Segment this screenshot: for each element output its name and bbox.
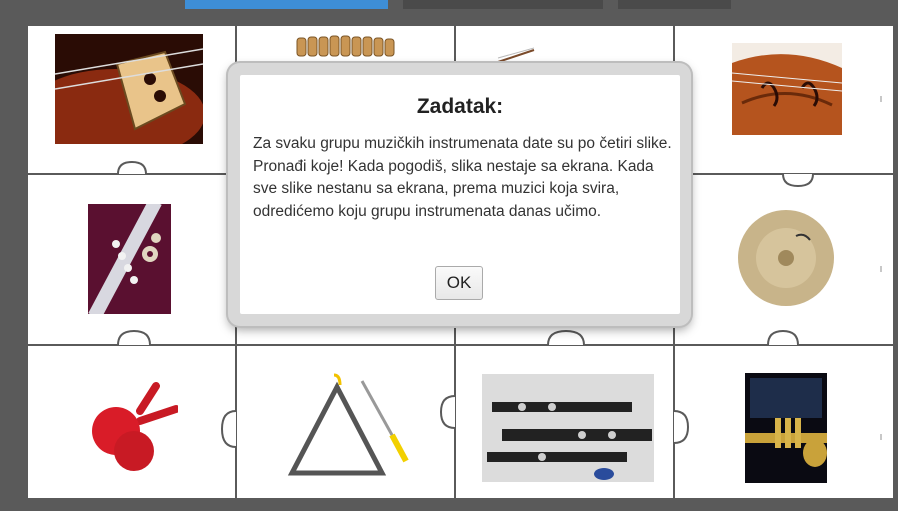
piece-edge-mark — [880, 266, 882, 272]
task-dialog: Zadatak: Za svaku grupu muzičkih instrum… — [240, 75, 680, 314]
piece-edge-mark — [880, 434, 882, 440]
trumpet-photo-icon[interactable] — [745, 373, 827, 483]
ok-button[interactable]: OK — [435, 266, 483, 300]
tab-second[interactable] — [403, 0, 603, 9]
violin-photo-icon[interactable] — [732, 43, 842, 135]
cymbal-photo-icon[interactable] — [736, 208, 836, 308]
tab-third[interactable] — [618, 0, 731, 9]
pan-flute-photo-icon[interactable] — [293, 34, 403, 58]
bow-photo-icon[interactable] — [496, 46, 536, 64]
violin-bridge-photo-icon[interactable] — [55, 34, 203, 144]
dialog-body: Za svaku grupu muzičkih instrumenata dat… — [253, 135, 672, 220]
triangle-photo-icon[interactable] — [282, 373, 416, 483]
piece-edge-mark — [880, 96, 882, 102]
maracas-photo-icon[interactable] — [78, 381, 178, 476]
top-tab-strip — [0, 0, 898, 12]
dialog-title: Zadatak: — [416, 95, 504, 118]
tab-active[interactable] — [185, 0, 388, 9]
flute-photo-icon[interactable] — [88, 204, 171, 314]
clarinet-photo-icon[interactable] — [482, 374, 654, 482]
